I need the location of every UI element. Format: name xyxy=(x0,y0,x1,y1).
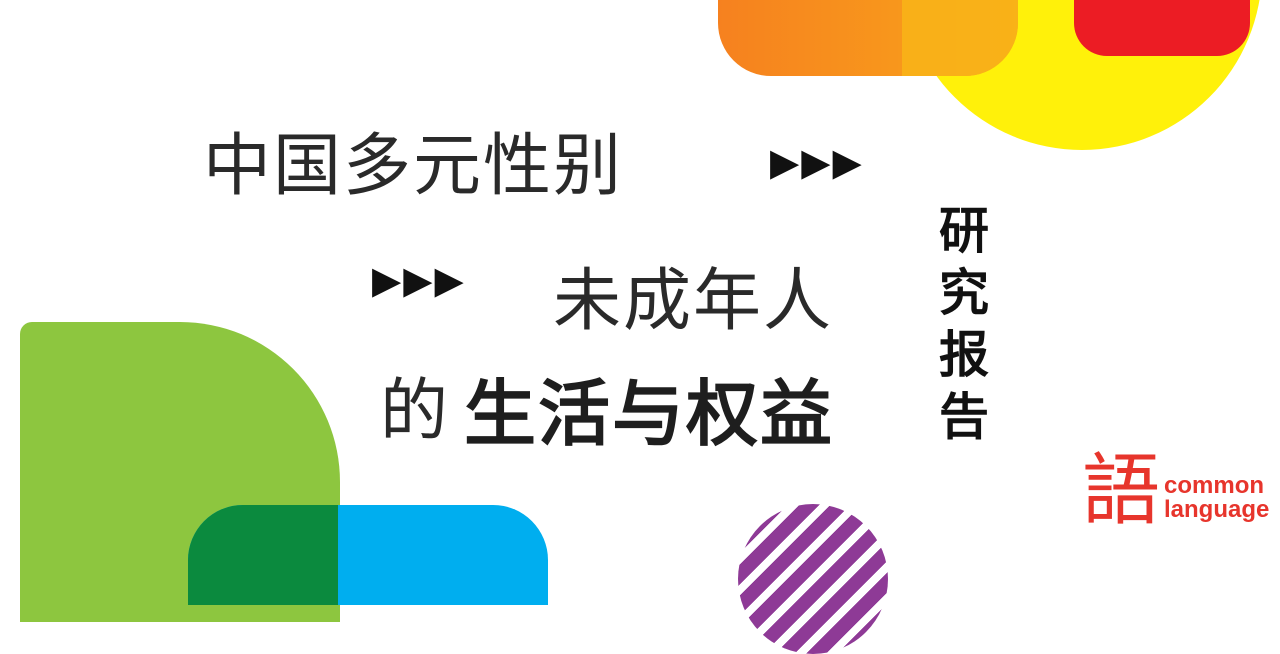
purple-striped-circle-shape xyxy=(738,504,888,654)
triple-arrow-icon-left: ▶▶▶ xyxy=(372,258,466,302)
red-bar-shape xyxy=(1074,0,1250,56)
report-label-char: 报 xyxy=(939,326,989,384)
logo-character: 語 xyxy=(1082,446,1161,536)
logo-word-language: language xyxy=(1164,496,1270,523)
headline-line-3-prefix: 的 xyxy=(380,372,451,451)
triple-arrow-icon: ▶▶▶ xyxy=(770,140,864,184)
report-label-char: 告 xyxy=(939,388,989,446)
dark-green-block-shape xyxy=(188,505,338,605)
report-label-char: 究 xyxy=(939,264,989,322)
headline-line-3-bold: 生活与权益 xyxy=(464,372,835,456)
logo-word-common: common xyxy=(1164,472,1265,499)
headline-line-2: 未成年人 xyxy=(553,262,834,341)
report-label-vertical: 研 究 报 告 xyxy=(934,200,994,448)
common-language-logo: 語 common language xyxy=(1082,446,1269,536)
headline-line-1: 中国多元性别 xyxy=(203,127,624,206)
report-label-char: 研 xyxy=(939,202,989,260)
logo-wordmark: common language xyxy=(1164,474,1269,522)
